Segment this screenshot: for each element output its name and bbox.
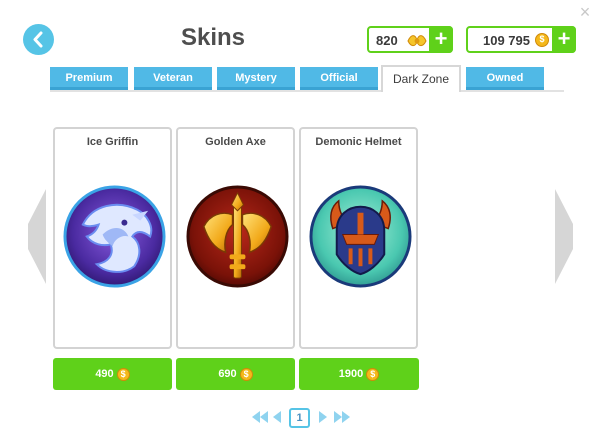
- page-title: Skins: [180, 24, 246, 51]
- skin-name: Demonic Helmet: [315, 136, 402, 148]
- coin-icon: $: [535, 33, 549, 47]
- coin-icon: $: [116, 367, 130, 381]
- ice-griffin-icon: [63, 185, 166, 288]
- price-amount: 1900: [338, 368, 364, 380]
- tab-premium[interactable]: Premium: [50, 67, 128, 90]
- coin-icon: $: [366, 367, 380, 381]
- last-page-icon[interactable]: [334, 411, 350, 423]
- skin-card-golden-axe[interactable]: Golden Axe: [176, 127, 295, 349]
- skin-name: Golden Axe: [205, 136, 266, 148]
- next-page-icon[interactable]: [318, 411, 328, 423]
- previous-page-icon[interactable]: [272, 411, 282, 423]
- tokens-balance: 820 +: [367, 26, 453, 53]
- current-page[interactable]: 1: [289, 408, 310, 428]
- price-amount: 490: [95, 368, 114, 380]
- skin-card-ice-griffin[interactable]: Ice Griffin: [53, 127, 172, 349]
- ticket-icon: [407, 35, 427, 47]
- tab-dark-zone[interactable]: Dark Zone: [381, 65, 461, 92]
- tab-official[interactable]: Official: [300, 67, 378, 90]
- skin-card-demonic-helmet[interactable]: Demonic Helmet: [299, 127, 418, 349]
- coins-balance: 109 795 $ +: [466, 26, 576, 53]
- next-arrow-icon[interactable]: [553, 189, 575, 284]
- first-page-icon[interactable]: [252, 411, 268, 423]
- price-amount: 690: [218, 368, 237, 380]
- previous-arrow-icon[interactable]: [26, 189, 48, 284]
- tokens-amount: 820: [376, 33, 398, 48]
- buy-golden-axe-button[interactable]: 690 $: [176, 358, 295, 390]
- demonic-helmet-icon: [309, 185, 412, 288]
- tab-veteran[interactable]: Veteran: [134, 67, 212, 90]
- skin-name: Ice Griffin: [86, 136, 139, 148]
- buy-demonic-helmet-button[interactable]: 1900 $: [299, 358, 419, 390]
- coins-amount: 109 795: [483, 33, 530, 48]
- buy-ice-griffin-button[interactable]: 490 $: [53, 358, 172, 390]
- add-coins-button[interactable]: +: [552, 26, 576, 53]
- coin-icon: $: [239, 367, 253, 381]
- add-tokens-button[interactable]: +: [429, 26, 453, 53]
- close-icon[interactable]: ×: [576, 3, 594, 21]
- tab-mystery[interactable]: Mystery: [217, 67, 295, 90]
- golden-axe-icon: [186, 185, 289, 288]
- tab-owned[interactable]: Owned: [466, 67, 544, 90]
- category-tabs: Premium Veteran Mystery Official Dark Zo…: [50, 65, 564, 92]
